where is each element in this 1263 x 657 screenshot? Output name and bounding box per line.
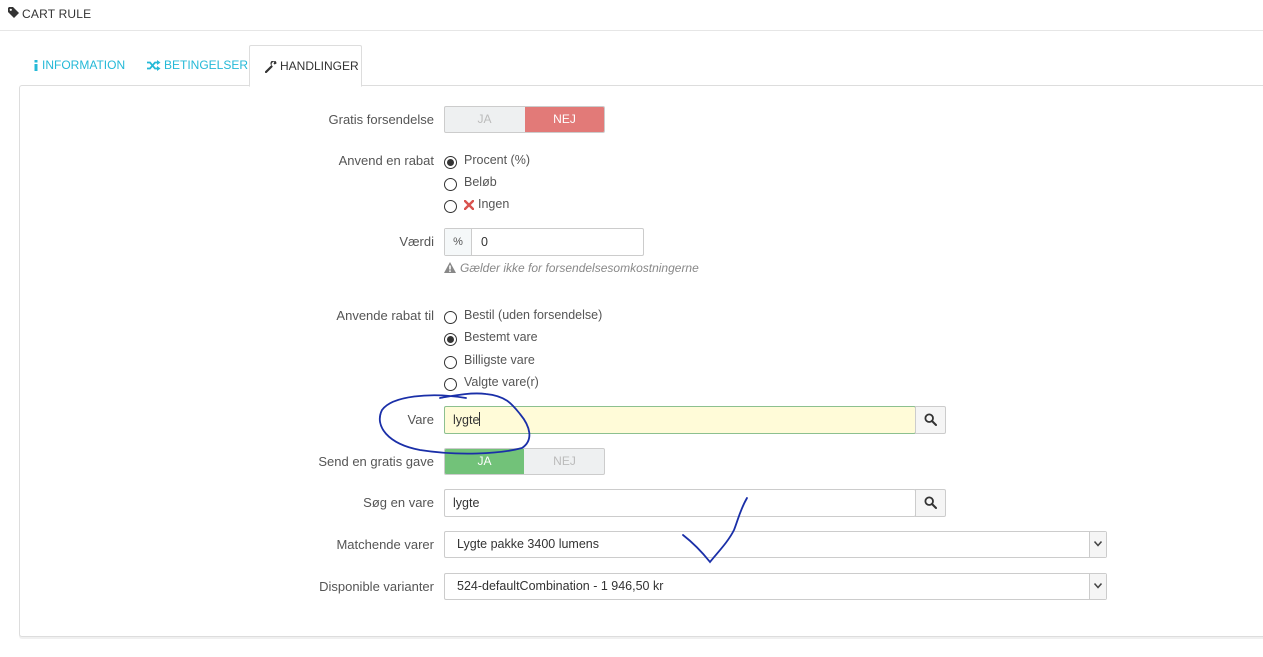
shuffle-icon — [147, 60, 161, 72]
tab-betingelser-label: BETINGELSER — [164, 58, 249, 72]
variants-label: Disponible varianter — [319, 579, 434, 594]
page-header: CART RULE — [0, 0, 1263, 31]
radio-button[interactable] — [444, 356, 457, 369]
search-product-button[interactable] — [915, 489, 946, 517]
value-input-group: % 0 — [444, 228, 644, 256]
radio-label: Procent (%) — [464, 153, 530, 167]
percent-addon: % — [445, 229, 472, 255]
chevron-down-icon — [1094, 541, 1102, 547]
free-shipping-label: Gratis forsendelse — [328, 112, 435, 127]
free-shipping-yes[interactable]: JA — [445, 107, 524, 132]
value-label: Værdi — [399, 234, 434, 249]
dropdown-caret — [1089, 532, 1106, 557]
product-input-value: lygte — [453, 413, 480, 427]
tab-information-label: INFORMATION — [42, 58, 126, 72]
product-label: Vare — [407, 412, 435, 427]
tab-handlinger[interactable]: HANDLINGER — [249, 45, 362, 87]
radio-button[interactable] — [444, 156, 457, 169]
free-gift-yes[interactable]: JA — [445, 449, 524, 474]
search-icon — [924, 496, 937, 509]
dropdown-caret — [1089, 574, 1106, 599]
tab-handlinger-label: HANDLINGER — [280, 59, 359, 73]
radio-button[interactable] — [444, 200, 457, 213]
search-product-input-group: lygte — [444, 489, 946, 517]
product-input-group: lygte — [444, 406, 946, 434]
radio-button[interactable] — [444, 378, 457, 391]
chevron-down-icon — [1094, 583, 1102, 589]
radio-label: Beløb — [464, 175, 497, 189]
radio-label: Valgte vare(r) — [464, 375, 539, 389]
warning-icon — [444, 262, 456, 273]
radio-label: Bestil (uden forsendelse) — [464, 308, 603, 322]
search-product-input[interactable]: lygte — [453, 490, 479, 516]
free-shipping-no[interactable]: NEJ — [525, 107, 604, 132]
page-title: CART RULE — [22, 7, 92, 21]
close-icon — [464, 200, 474, 210]
free-gift-toggle: JA NEJ — [444, 448, 605, 475]
info-icon — [34, 59, 38, 71]
value-input[interactable]: 0 — [481, 229, 488, 255]
wrench-icon — [265, 60, 277, 73]
product-search-button[interactable] — [915, 406, 946, 434]
value-help-label: Gælder ikke for forsendelsesomkostninger… — [460, 261, 699, 275]
radio-label: Billigste vare — [464, 353, 535, 367]
value-help-text: Gælder ikke for forsendelsesomkostninger… — [444, 261, 699, 275]
free-gift-no[interactable]: NEJ — [525, 449, 604, 474]
radio-button[interactable] — [444, 178, 457, 191]
tab-information[interactable]: INFORMATION — [33, 45, 125, 85]
radio-button[interactable] — [444, 311, 457, 324]
free-shipping-toggle: JA NEJ — [444, 106, 605, 133]
matching-products-select[interactable]: Lygte pakke 3400 lumens — [444, 531, 1107, 558]
apply-discount-label: Anvend en rabat — [338, 153, 434, 168]
matching-products-label: Matchende varer — [336, 537, 434, 552]
search-product-label: Søg en vare — [363, 495, 434, 510]
variants-value: 524-defaultCombination - 1 946,50 kr — [457, 579, 664, 593]
tag-icon — [8, 7, 19, 18]
variants-select[interactable]: 524-defaultCombination - 1 946,50 kr — [444, 573, 1107, 600]
radio-label: Ingen — [478, 197, 510, 211]
apply-to-label: Anvende rabat til — [336, 308, 434, 323]
radio-button[interactable] — [444, 333, 457, 346]
free-gift-label: Send en gratis gave — [318, 454, 434, 469]
matching-products-value: Lygte pakke 3400 lumens — [457, 537, 599, 551]
search-icon — [924, 413, 937, 426]
tab-betingelser[interactable]: BETINGELSER — [147, 45, 248, 85]
radio-label: Bestemt vare — [464, 330, 538, 344]
product-input[interactable]: lygte — [453, 407, 481, 433]
